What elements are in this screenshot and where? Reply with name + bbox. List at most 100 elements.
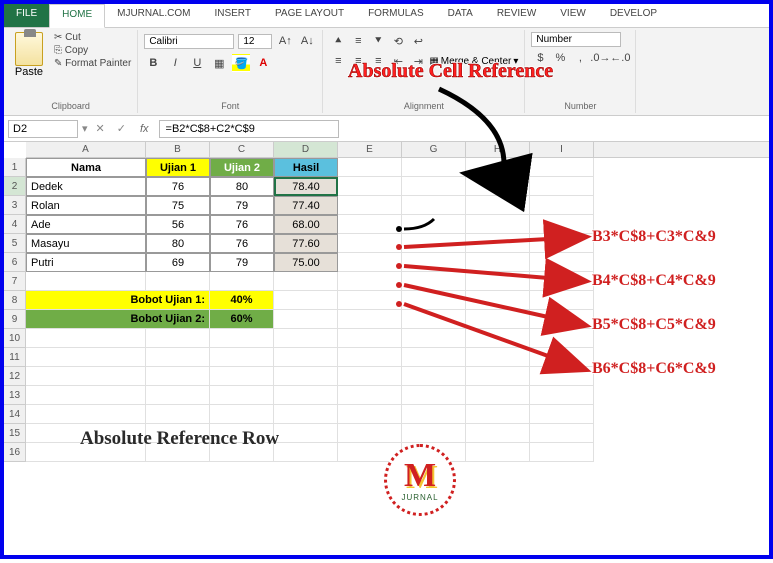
fx-icon[interactable]: fx <box>134 123 155 135</box>
increase-font-icon[interactable]: A↑ <box>276 32 294 50</box>
empty-cell[interactable] <box>530 424 594 443</box>
empty-cell[interactable] <box>274 386 338 405</box>
empty-cell[interactable] <box>146 405 210 424</box>
tab-mjurnal[interactable]: MJURNAL.COM <box>105 4 202 27</box>
empty-cell[interactable] <box>26 272 146 291</box>
row-header-13[interactable]: 13 <box>4 386 26 405</box>
empty-cell[interactable] <box>274 348 338 367</box>
empty-cell[interactable] <box>466 291 530 310</box>
row-header-5[interactable]: 5 <box>4 234 26 253</box>
wrap-text-icon[interactable]: ↩ <box>409 32 427 50</box>
tab-review[interactable]: REVIEW <box>485 4 548 27</box>
empty-cell[interactable] <box>338 196 402 215</box>
row-header-11[interactable]: 11 <box>4 348 26 367</box>
cell-u2-2[interactable]: 80 <box>210 177 274 196</box>
empty-cell[interactable] <box>530 405 594 424</box>
row-header-4[interactable]: 4 <box>4 215 26 234</box>
bobot2-label[interactable]: Bobot Ujian 2: <box>26 310 210 329</box>
row-header-15[interactable]: 15 <box>4 424 26 443</box>
cell-hasil-6[interactable]: 75.00 <box>274 253 338 272</box>
tab-file[interactable]: FILE <box>4 4 49 27</box>
empty-cell[interactable] <box>274 310 338 329</box>
empty-cell[interactable] <box>402 272 466 291</box>
empty-cell[interactable] <box>530 234 594 253</box>
align-left-icon[interactable]: ≡ <box>329 52 347 70</box>
cell-u2-4[interactable]: 76 <box>210 215 274 234</box>
increase-decimal-icon[interactable]: .0→ <box>591 49 609 67</box>
orientation-icon[interactable]: ⟲ <box>389 32 407 50</box>
cell-nama-5[interactable]: Masayu <box>26 234 146 253</box>
empty-cell[interactable] <box>530 386 594 405</box>
row-header-8[interactable]: 8 <box>4 291 26 310</box>
empty-cell[interactable] <box>402 367 466 386</box>
empty-cell[interactable] <box>338 424 402 443</box>
empty-cell[interactable] <box>338 253 402 272</box>
cell-u1-6[interactable]: 69 <box>146 253 210 272</box>
tab-page-layout[interactable]: PAGE LAYOUT <box>263 4 356 27</box>
bobot2-value[interactable]: 60% <box>210 310 274 329</box>
worksheet-grid[interactable]: A B C D E G H I 1NamaUjian 1Ujian 2Hasil… <box>4 142 769 462</box>
empty-cell[interactable] <box>466 348 530 367</box>
empty-cell[interactable] <box>402 405 466 424</box>
empty-cell[interactable] <box>466 196 530 215</box>
empty-cell[interactable] <box>530 215 594 234</box>
tab-home[interactable]: HOME <box>49 4 105 28</box>
empty-cell[interactable] <box>402 329 466 348</box>
col-header-C[interactable]: C <box>210 142 274 157</box>
cell-u1-5[interactable]: 80 <box>146 234 210 253</box>
indent-decrease-icon[interactable]: ⇤ <box>389 52 407 70</box>
header-nama[interactable]: Nama <box>26 158 146 177</box>
row-header-16[interactable]: 16 <box>4 443 26 462</box>
col-header-D[interactable]: D <box>274 142 338 157</box>
row-header-6[interactable]: 6 <box>4 253 26 272</box>
empty-cell[interactable] <box>402 196 466 215</box>
empty-cell[interactable] <box>26 405 146 424</box>
empty-cell[interactable] <box>530 367 594 386</box>
empty-cell[interactable] <box>274 367 338 386</box>
empty-cell[interactable] <box>530 291 594 310</box>
decrease-decimal-icon[interactable]: ←.0 <box>611 49 629 67</box>
empty-cell[interactable] <box>274 443 338 462</box>
empty-cell[interactable] <box>338 272 402 291</box>
cancel-formula-icon[interactable]: ✕ <box>92 122 109 135</box>
name-box[interactable] <box>8 120 78 138</box>
cell-u2-6[interactable]: 79 <box>210 253 274 272</box>
col-header-I[interactable]: I <box>530 142 594 157</box>
border-button[interactable]: ▦ <box>210 54 228 72</box>
empty-cell[interactable] <box>466 272 530 291</box>
copy-button[interactable]: ⎘ Copy <box>54 45 131 56</box>
row-header-12[interactable]: 12 <box>4 367 26 386</box>
align-top-icon[interactable]: ⯅ <box>329 32 347 50</box>
empty-cell[interactable] <box>466 405 530 424</box>
empty-cell[interactable] <box>402 215 466 234</box>
empty-cell[interactable] <box>274 329 338 348</box>
cell-hasil-3[interactable]: 77.40 <box>274 196 338 215</box>
empty-cell[interactable] <box>530 158 594 177</box>
empty-cell[interactable] <box>466 215 530 234</box>
row-header-9[interactable]: 9 <box>4 310 26 329</box>
empty-cell[interactable] <box>210 348 274 367</box>
empty-cell[interactable] <box>530 310 594 329</box>
align-right-icon[interactable]: ≡ <box>369 52 387 70</box>
indent-increase-icon[interactable]: ⇥ <box>409 52 427 70</box>
empty-cell[interactable] <box>466 177 530 196</box>
align-center-icon[interactable]: ≡ <box>349 52 367 70</box>
empty-cell[interactable] <box>530 272 594 291</box>
font-color-button[interactable]: A <box>254 54 272 72</box>
empty-cell[interactable] <box>338 329 402 348</box>
format-painter-button[interactable]: ✎ Format Painter <box>54 58 131 69</box>
enter-formula-icon[interactable]: ✓ <box>113 122 130 135</box>
empty-cell[interactable] <box>466 234 530 253</box>
empty-cell[interactable] <box>402 310 466 329</box>
row-header-7[interactable]: 7 <box>4 272 26 291</box>
tab-formulas[interactable]: FORMULAS <box>356 4 436 27</box>
col-header-E[interactable]: E <box>338 142 402 157</box>
cell-u1-2[interactable]: 76 <box>146 177 210 196</box>
row-header-14[interactable]: 14 <box>4 405 26 424</box>
empty-cell[interactable] <box>338 158 402 177</box>
dropdown-icon[interactable]: ▾ <box>82 122 88 135</box>
empty-cell[interactable] <box>26 329 146 348</box>
row-header-1[interactable]: 1 <box>4 158 26 177</box>
empty-cell[interactable] <box>530 443 594 462</box>
cell-hasil-4[interactable]: 68.00 <box>274 215 338 234</box>
